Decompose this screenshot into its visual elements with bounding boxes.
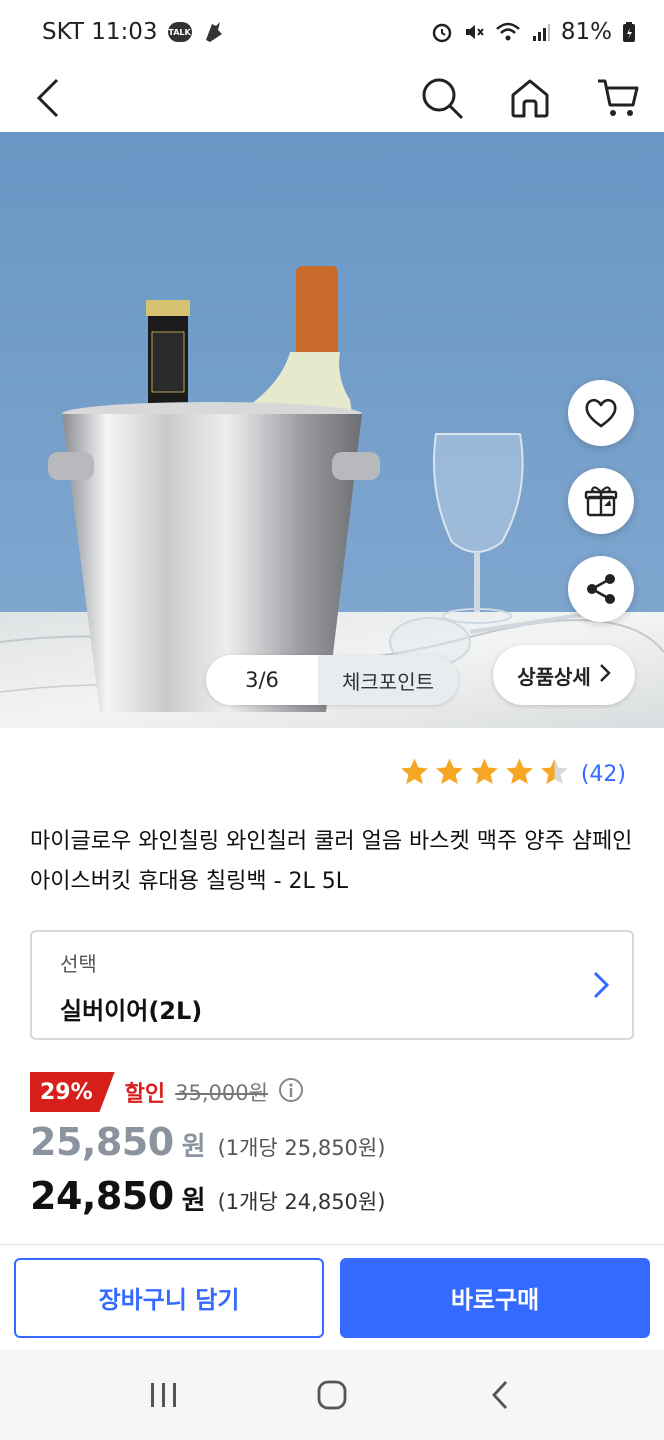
product-title: 마이글로우 와인칠링 와인칠러 쿨러 얼음 바스켓 맥주 양주 샴페인 아이스버…: [30, 829, 633, 894]
signal-icon: [531, 22, 551, 42]
original-price: 35,000원: [175, 1081, 268, 1105]
product-detail-button[interactable]: 상품상세: [493, 645, 635, 705]
cart-icon[interactable]: [594, 74, 642, 122]
price-2-unit: 원: [181, 1186, 206, 1216]
option-value: 실버이어(2L): [60, 997, 203, 1025]
carrier-time: SKT 11:03: [42, 19, 158, 45]
price-1-per-unit: (1개당 25,850원): [217, 1136, 386, 1160]
home-icon[interactable]: [506, 74, 554, 122]
star-full-icon: [398, 756, 431, 792]
header-actions: [418, 74, 642, 122]
image-pager: 3/6 체크포인트: [206, 655, 458, 705]
wifi-icon: [495, 21, 521, 43]
rating-summary[interactable]: (42): [398, 756, 626, 792]
review-count[interactable]: (42): [581, 762, 626, 787]
home-nav-icon[interactable]: [292, 1365, 372, 1425]
wishlist-heart-icon[interactable]: [568, 380, 634, 446]
price-row-1: 25,850 원 (1개당 25,850원): [30, 1120, 385, 1164]
back-nav-icon[interactable]: [460, 1365, 540, 1425]
bottom-action-bar: 장바구니 담기 바로구매: [0, 1244, 664, 1350]
add-to-cart-button[interactable]: 장바구니 담기: [14, 1257, 324, 1338]
kakaotalk-icon: TALK: [167, 22, 192, 42]
image-counter: 3/6: [206, 655, 318, 705]
share-icon[interactable]: [568, 556, 634, 622]
battery-icon: [622, 21, 636, 43]
star-half-icon: [538, 756, 571, 792]
status-left: SKT 11:03 TALK: [42, 19, 224, 45]
buy-now-button[interactable]: 바로구매: [340, 1257, 650, 1338]
option-label: 선택: [60, 952, 97, 976]
product-photo: [0, 132, 664, 728]
recent-apps-icon[interactable]: [124, 1365, 204, 1425]
notification-icon: [202, 20, 224, 44]
price-2-per-unit: (1개당 24,850원): [217, 1190, 386, 1214]
price-2: 24,850: [30, 1174, 174, 1218]
system-nav-bar: [0, 1350, 664, 1440]
chevron-right-icon: [592, 970, 610, 1004]
gift-icon[interactable]: [568, 468, 634, 534]
status-bar: SKT 11:03 TALK 81%: [0, 0, 664, 64]
chevron-right-icon: [599, 663, 611, 688]
option-selector[interactable]: 선택 실버이어(2L): [30, 930, 634, 1040]
app-header: [0, 64, 664, 132]
star-full-icon: [503, 756, 536, 792]
price-1: 25,850: [30, 1120, 174, 1164]
status-right: 81%: [431, 19, 636, 45]
star-full-icon: [468, 756, 501, 792]
discount-badge: 29%: [30, 1072, 115, 1112]
product-detail-label: 상품상세: [517, 664, 591, 689]
checkpoint-button[interactable]: 체크포인트: [318, 655, 458, 705]
back-arrow-icon[interactable]: [24, 74, 72, 122]
search-icon[interactable]: [418, 74, 466, 122]
info-icon[interactable]: [278, 1077, 304, 1107]
discount-row: 29% 할인 35,000원: [30, 1072, 304, 1112]
price-row-2: 24,850 원 (1개당 24,850원): [30, 1174, 385, 1218]
star-full-icon: [433, 756, 466, 792]
mute-icon: [463, 21, 485, 43]
battery-percent: 81%: [560, 19, 612, 45]
price-1-unit: 원: [181, 1132, 206, 1162]
product-image-carousel[interactable]: 3/6 체크포인트 상품상세: [0, 132, 664, 728]
discount-label: 할인: [124, 1082, 166, 1107]
alarm-icon: [431, 21, 453, 43]
